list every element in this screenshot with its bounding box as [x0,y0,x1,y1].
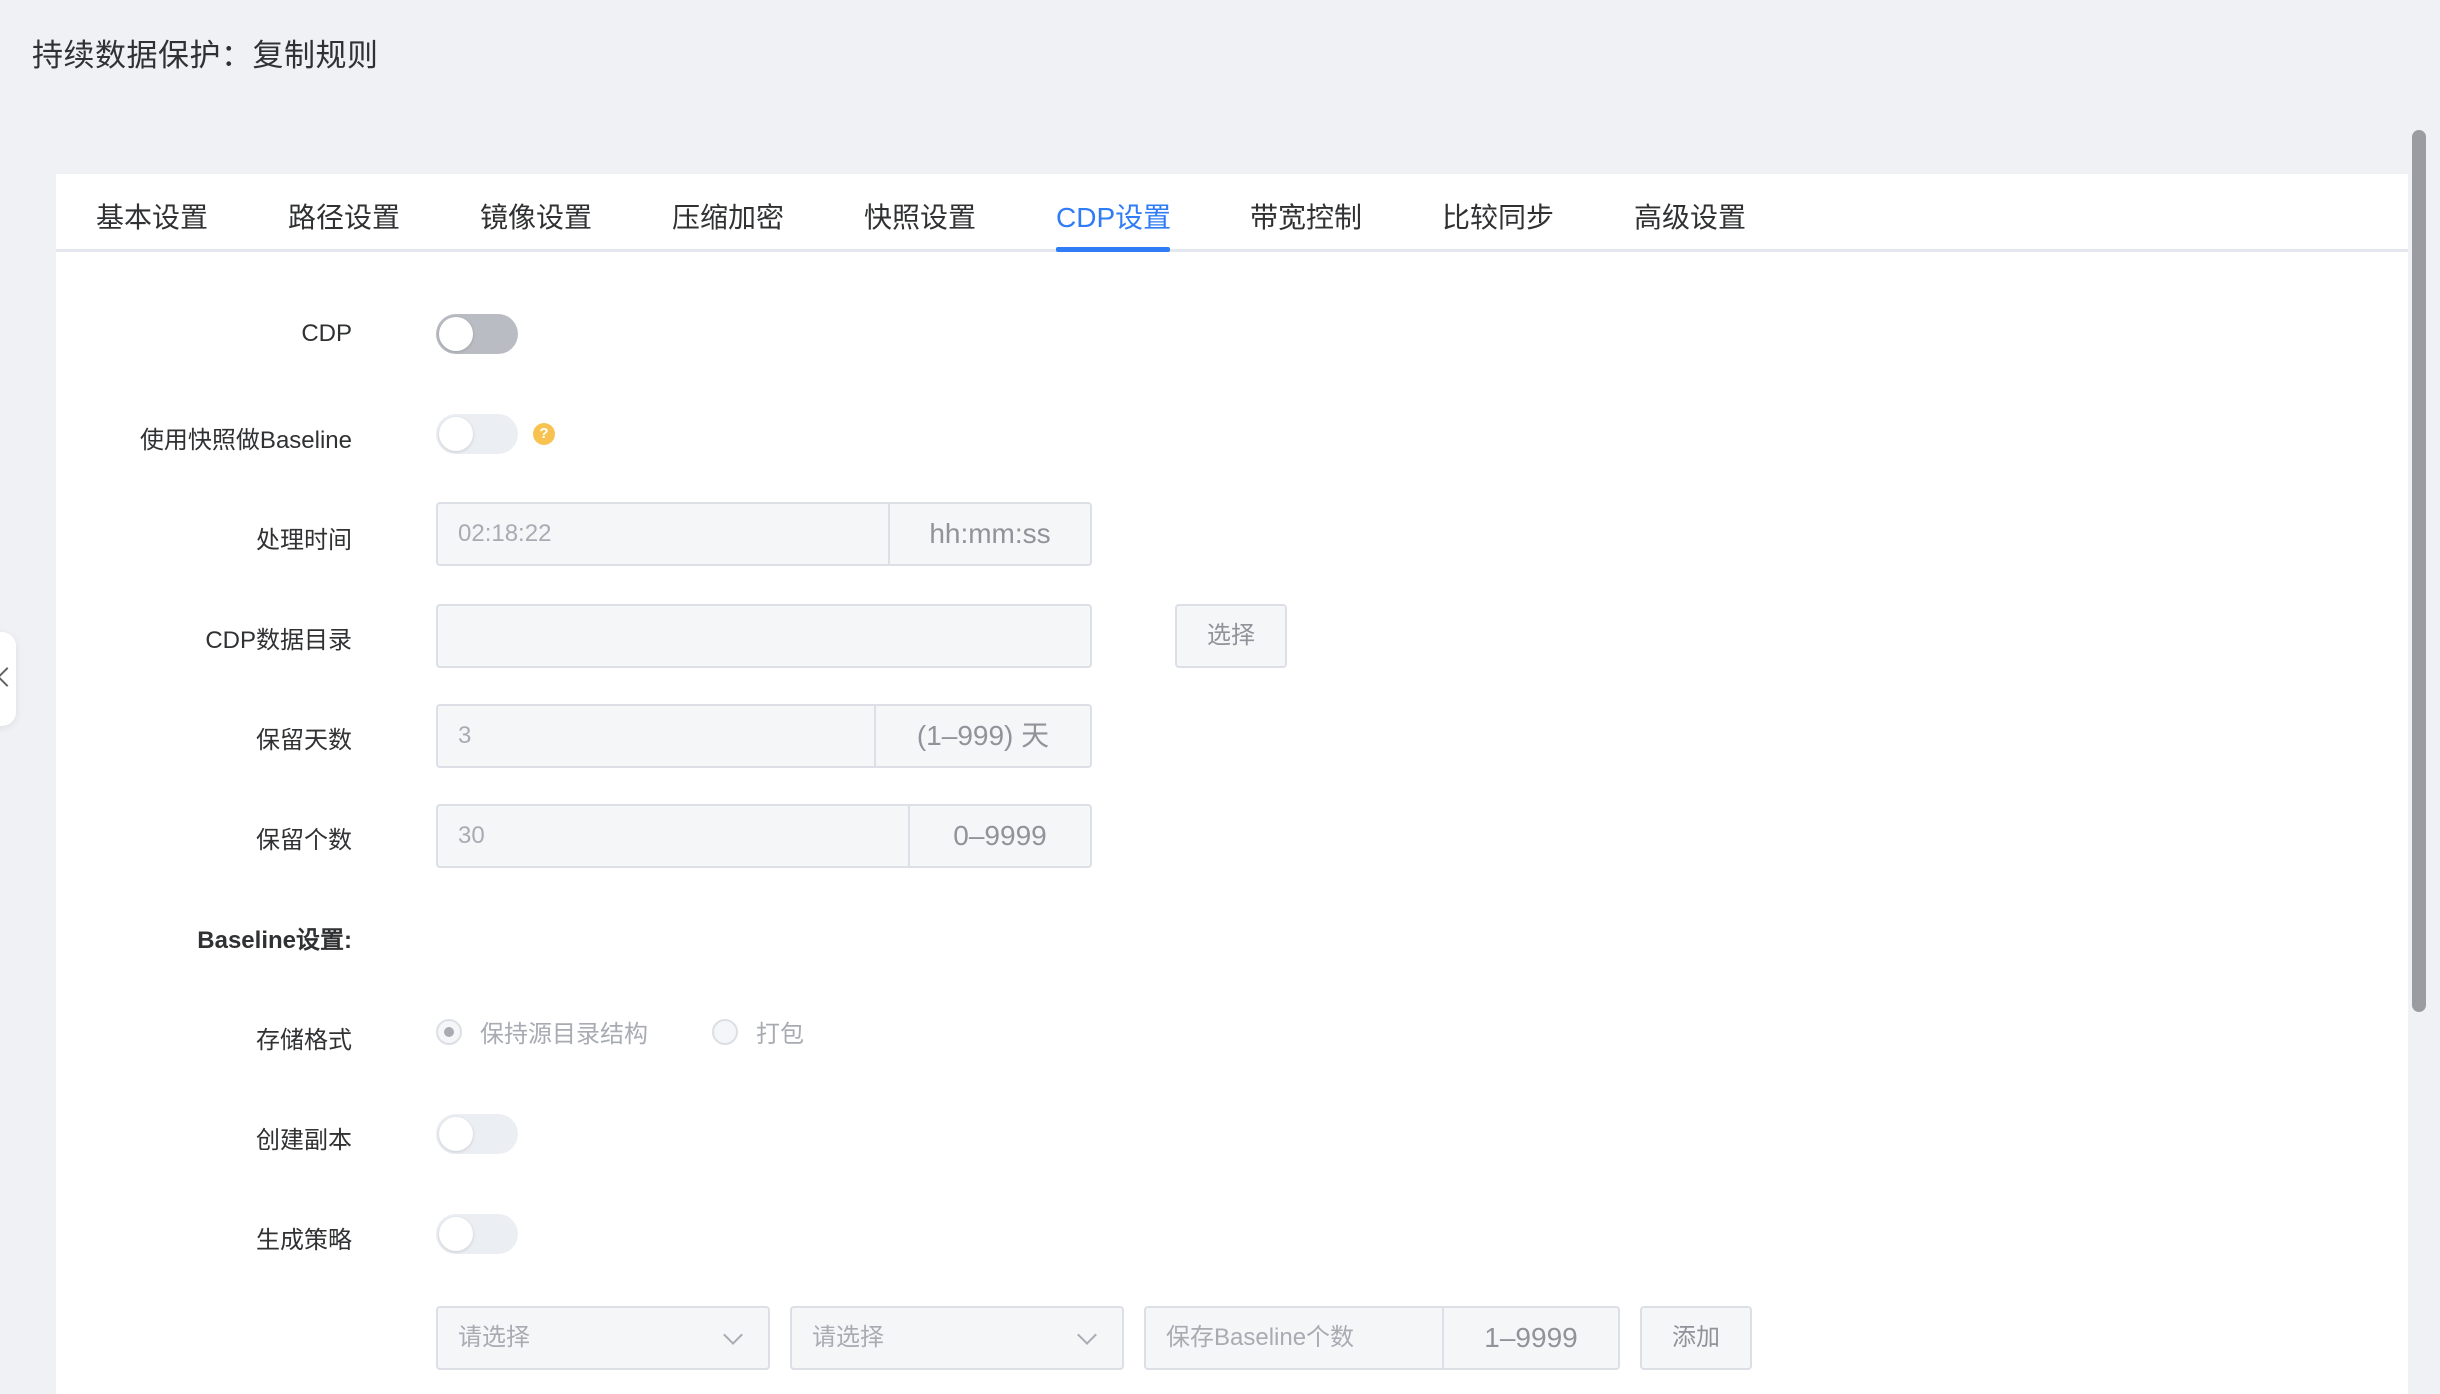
retain-days-field[interactable]: 3 (1–999) 天 [436,704,1092,768]
policy-select-2[interactable]: 请选择 [790,1306,1124,1370]
retain-days-input[interactable]: 3 [438,706,876,766]
create-copy-label: 创建副本 [256,1127,352,1154]
tab-snapshot[interactable]: 快照设置 [864,196,976,236]
radio-unchecked-icon [712,1018,738,1045]
tab-basic[interactable]: 基本设置 [96,196,208,236]
baseline-section-heading: Baseline设置: [197,927,352,954]
select-dir-button[interactable]: 选择 [1175,604,1287,668]
toggle-knob [439,1217,473,1251]
gen-policy-label: 生成策略 [256,1227,352,1254]
help-icon[interactable]: ? [533,423,555,445]
process-time-input[interactable]: 02:18:22 [438,504,890,564]
toggle-knob [439,417,473,451]
toggle-knob [439,317,473,351]
baseline-count-input[interactable]: 保存Baseline个数 [1146,1308,1444,1368]
retain-days-label: 保留天数 [256,727,352,754]
radio-checked-icon [436,1018,462,1045]
tab-bar: 基本设置 路径设置 镜像设置 压缩加密 快照设置 CDP设置 带宽控制 比较同步… [56,174,2408,252]
tab-advanced[interactable]: 高级设置 [1634,196,1746,236]
baseline-count-field[interactable]: 保存Baseline个数 1–9999 [1144,1306,1620,1370]
storage-format-label: 存储格式 [256,1027,352,1054]
chevron-down-icon [723,1325,743,1345]
page-title: 持续数据保护：复制规则 [32,38,379,73]
cdp-toggle[interactable] [436,314,518,354]
active-tab-indicator [1056,247,1170,252]
retain-count-field[interactable]: 30 0–9999 [436,804,1092,868]
radio-keep-structure[interactable]: 保持源目录结构 [436,1014,648,1049]
process-time-field[interactable]: 02:18:22 hh:mm:ss [436,502,1092,566]
snapshot-baseline-label: 使用快照做Baseline [139,427,352,454]
process-time-suffix: hh:mm:ss [890,504,1090,564]
select-placeholder: 请选择 [458,1324,530,1351]
cdp-dir-label: CDP数据目录 [205,627,352,654]
process-time-label: 处理时间 [256,527,352,554]
chevron-left-icon [0,667,17,687]
retain-count-input[interactable]: 30 [438,806,910,866]
toggle-knob [439,1117,473,1151]
vertical-scrollbar[interactable] [2412,130,2426,1012]
tab-bandwidth[interactable]: 带宽控制 [1250,196,1362,236]
snapshot-baseline-toggle[interactable] [436,414,518,454]
policy-select-1[interactable]: 请选择 [436,1306,770,1370]
radio-pack[interactable]: 打包 [712,1014,804,1049]
retain-days-suffix: (1–999) 天 [876,706,1090,766]
radio-keep-structure-label: 保持源目录结构 [480,1021,648,1048]
cdp-label: CDP [301,320,352,347]
sidebar-collapse-handle[interactable] [0,632,17,726]
create-copy-toggle[interactable] [436,1114,518,1154]
baseline-count-suffix: 1–9999 [1444,1308,1618,1368]
retain-count-label: 保留个数 [256,827,352,854]
radio-pack-label: 打包 [756,1021,804,1048]
tab-cdp[interactable]: CDP设置 [1056,196,1171,236]
add-policy-button[interactable]: 添加 [1640,1306,1752,1370]
rule-form-card: 基本设置 路径设置 镜像设置 压缩加密 快照设置 CDP设置 带宽控制 比较同步… [56,174,2408,1394]
cdp-dir-input[interactable] [436,604,1092,668]
tab-compare-sync[interactable]: 比较同步 [1442,196,1554,236]
retain-count-suffix: 0–9999 [910,806,1090,866]
select-placeholder: 请选择 [812,1324,884,1351]
chevron-down-icon [1077,1325,1097,1345]
tab-path[interactable]: 路径设置 [288,196,400,236]
gen-policy-toggle[interactable] [436,1214,518,1254]
tab-mirror[interactable]: 镜像设置 [480,196,592,236]
tab-compression[interactable]: 压缩加密 [672,196,784,236]
